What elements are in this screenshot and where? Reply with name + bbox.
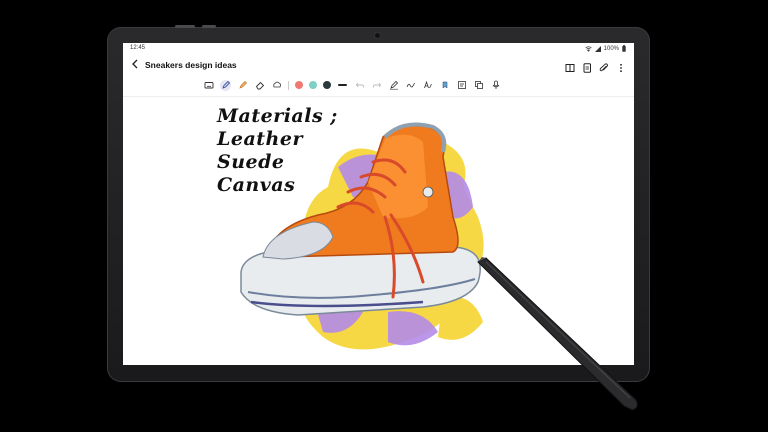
power-button — [202, 25, 216, 28]
eraser-tool[interactable] — [254, 80, 265, 91]
drawing-canvas[interactable]: Materials ; Leather Suede Canvas — [123, 97, 634, 365]
notes-app-screen: 12:45 100% Sneakers design ideas Materia… — [123, 43, 634, 365]
status-time: 12:45 — [130, 45, 146, 51]
shape-fill-icon — [442, 81, 447, 89]
keyboard-tool[interactable] — [203, 80, 214, 91]
microphone-icon — [492, 80, 499, 89]
text-format-icon — [423, 80, 432, 89]
front-camera — [375, 33, 380, 38]
handwritten-item-suede: Suede — [217, 151, 285, 173]
sneaker-illustration — [240, 122, 484, 350]
note-title: Sneakers design ideas — [145, 60, 237, 70]
text-style-tool[interactable] — [422, 80, 433, 91]
pen-settings-icon — [389, 80, 398, 90]
more-options-icon[interactable] — [616, 60, 626, 73]
voice-recorder-tool[interactable] — [490, 80, 501, 91]
redo-button[interactable] — [371, 80, 382, 91]
pdf-icon[interactable] — [582, 60, 592, 73]
pen-size-tool[interactable] — [337, 80, 348, 91]
attach-icon[interactable] — [599, 60, 609, 72]
pen-thickness-indicator — [338, 84, 347, 86]
note-header: Sneakers design ideas — [123, 55, 634, 77]
undo-icon — [355, 82, 364, 88]
drawing-toolbar — [203, 79, 501, 91]
redo-icon — [372, 82, 381, 88]
color-swatch-dark[interactable] — [323, 81, 331, 89]
volume-button — [175, 25, 195, 28]
handwritten-heading: Materials ; — [217, 105, 338, 127]
battery-percent: 100% — [603, 45, 619, 52]
undo-button[interactable] — [354, 80, 365, 91]
shape-tool[interactable] — [439, 80, 450, 91]
wifi-icon — [584, 45, 592, 52]
color-swatch-teal[interactable] — [309, 81, 317, 89]
handwriting-text-tool[interactable] — [405, 80, 416, 91]
handwritten-item-canvas: Canvas — [217, 174, 296, 196]
layers-tool[interactable] — [473, 80, 484, 91]
color-swatch-coral[interactable] — [295, 81, 303, 89]
pen-tool[interactable] — [220, 79, 231, 91]
pen-icon — [221, 80, 230, 89]
highlighter-icon — [238, 81, 247, 89]
status-bar: 12:45 100% — [123, 43, 634, 55]
pen-mode-tool[interactable] — [388, 80, 399, 91]
insert-tool[interactable] — [456, 80, 467, 91]
lasso-icon — [272, 81, 281, 88]
chevron-left-icon — [132, 59, 138, 69]
highlighter-tool[interactable] — [237, 80, 248, 91]
layers-icon — [474, 81, 483, 89]
handwriting-icon — [406, 82, 415, 88]
toolbar-divider — [288, 80, 289, 90]
handwritten-item-leather: Leather — [217, 128, 303, 150]
battery-icon — [622, 45, 626, 52]
keyboard-icon — [204, 82, 213, 89]
eraser-icon — [255, 81, 264, 90]
back-button[interactable] — [129, 59, 141, 73]
insert-box-icon — [457, 81, 466, 89]
lasso-tool[interactable] — [271, 80, 282, 91]
signal-icon — [594, 45, 601, 52]
book-view-icon[interactable] — [565, 60, 575, 72]
